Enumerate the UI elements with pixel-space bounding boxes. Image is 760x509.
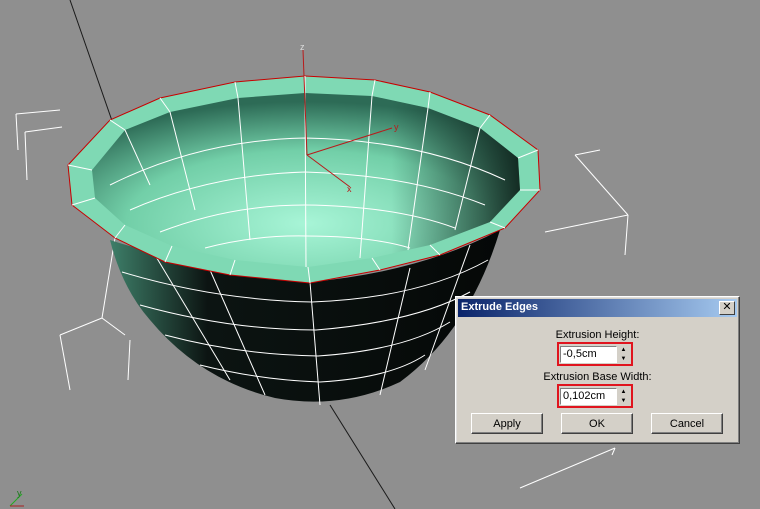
- ok-button[interactable]: OK: [561, 413, 633, 434]
- extrusion-height-down-arrow-icon[interactable]: ▼: [618, 355, 629, 363]
- cancel-button[interactable]: Cancel: [651, 413, 723, 434]
- axis-label-x: x: [347, 184, 352, 194]
- extrusion-height-spinner: -0,5cm ▲ ▼: [560, 346, 630, 364]
- axis-label-z: z: [300, 42, 305, 52]
- dialog-title: Extrude Edges: [461, 301, 539, 313]
- extrusion-base-width-spinner: 0,102cm ▲ ▼: [560, 388, 630, 406]
- close-button[interactable]: ✕: [719, 301, 735, 315]
- extrusion-height-up-arrow-icon[interactable]: ▲: [618, 346, 629, 354]
- world-axis-icon: y: [9, 488, 24, 507]
- world-axis-y-label: y: [17, 488, 22, 498]
- axis-label-y: y: [394, 122, 399, 132]
- world-axis-line-lower: [329, 404, 396, 509]
- apply-button[interactable]: Apply: [471, 413, 543, 434]
- 3d-viewport[interactable]: z y x y Extrude Edges ✕ Extrusion Height…: [0, 0, 760, 509]
- extrusion-height-label: Extrusion Height:: [555, 329, 640, 341]
- extrusion-base-width-arrows: ▲ ▼: [618, 388, 629, 405]
- extrusion-height-arrows: ▲ ▼: [618, 346, 629, 363]
- extrusion-base-width-label: Extrusion Base Width:: [543, 371, 652, 383]
- extrusion-height-field[interactable]: -0,5cm: [560, 346, 617, 363]
- extrusion-base-width-up-arrow-icon[interactable]: ▲: [618, 388, 629, 396]
- extrusion-base-width-field[interactable]: 0,102cm: [560, 388, 617, 405]
- extrude-edges-dialog: Extrude Edges ✕ Extrusion Height: -0,5cm…: [455, 296, 740, 444]
- dialog-titlebar[interactable]: Extrude Edges ✕: [458, 299, 737, 317]
- extrusion-base-width-down-arrow-icon[interactable]: ▼: [618, 397, 629, 405]
